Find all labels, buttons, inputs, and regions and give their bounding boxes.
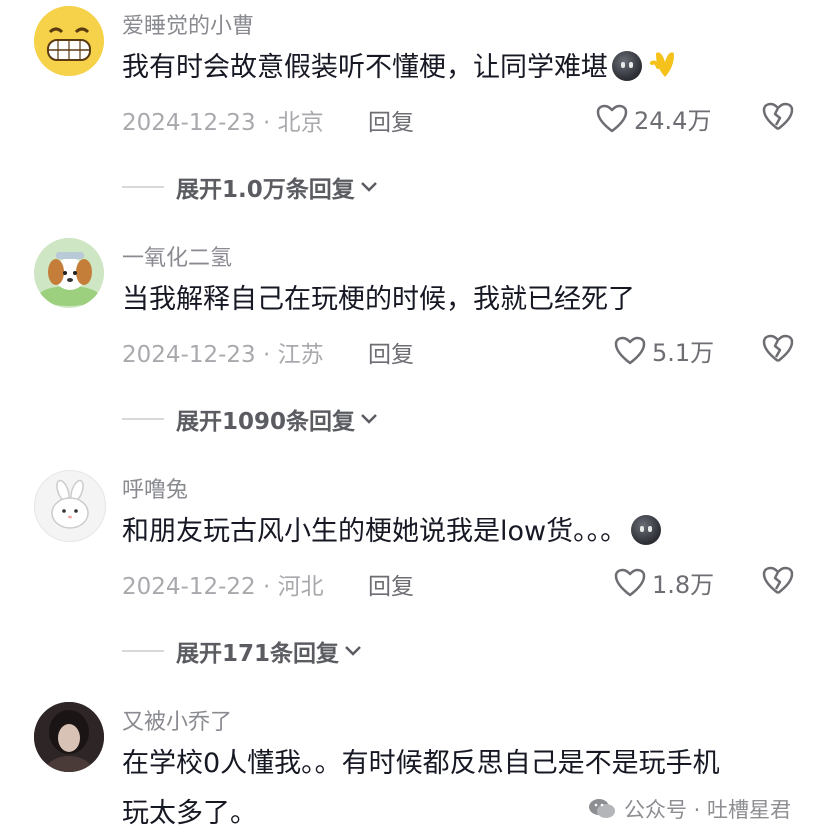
expand-divider	[122, 186, 164, 188]
comment-date-location: 2024-12-23 · 江苏	[122, 342, 324, 368]
reply-button[interactable]: 回复	[368, 335, 414, 369]
avatar[interactable]	[34, 470, 106, 542]
like-count: 1.8万	[652, 571, 715, 599]
avatar[interactable]	[34, 702, 104, 772]
portrait-avatar-image	[34, 702, 104, 772]
dark-face-emoji	[631, 515, 662, 545]
rabbit-avatar-image	[35, 471, 105, 541]
broken-heart-icon[interactable]	[762, 333, 794, 365]
like-count: 24.4万	[634, 107, 712, 135]
chevron-down-icon	[360, 182, 377, 192]
reply-button[interactable]: 回复	[368, 567, 414, 601]
like-button[interactable]: 24.4万	[596, 101, 711, 136]
username[interactable]: 爱睡觉的小曹	[122, 8, 254, 40]
comment-text: 和朋友玩古风小生的梗她说我是low货。。。	[122, 509, 662, 555]
comment-text: 我有时会故意假装听不懂梗，让同学难堪	[122, 45, 682, 91]
comment-text: 当我解释自己在玩梗的时候，我就已经死了	[122, 284, 635, 315]
expand-replies-button[interactable]: 展开171条回复	[122, 634, 363, 668]
heart-outline-icon	[596, 104, 628, 132]
reply-button[interactable]: 回复	[368, 103, 414, 137]
comment-text-content: 我有时会故意假装听不懂梗，让同学难堪	[122, 52, 608, 83]
chevron-down-icon	[345, 646, 361, 656]
watermark: 公众号 · 吐槽星君	[588, 794, 791, 824]
like-button[interactable]: 1.8万	[614, 565, 714, 600]
broken-heart-icon[interactable]	[762, 565, 794, 597]
watermark-text: 公众号 · 吐槽星君	[624, 798, 792, 822]
chevron-down-icon	[361, 414, 377, 424]
comment-date-location: 2024-12-23 · 北京	[122, 110, 324, 136]
expand-divider	[122, 650, 164, 652]
comment-text: 在学校0人懂我。。有时候都反思自己是不是玩手机	[122, 748, 720, 779]
expand-replies-button[interactable]: 展开1.0万条回复	[122, 170, 379, 204]
avatar[interactable]	[34, 6, 104, 76]
wechat-icon	[589, 799, 615, 818]
expand-divider	[122, 418, 164, 420]
heart-outline-icon	[614, 336, 646, 364]
expand-replies-label: 展开1.0万条回复	[176, 177, 355, 203]
comment-text-line-2: 玩太多了。	[122, 798, 257, 829]
expand-replies-label: 展开1090条回复	[176, 409, 356, 435]
dog-avatar-image	[34, 238, 104, 308]
broken-heart-icon[interactable]	[762, 101, 794, 133]
dark-face-emoji	[612, 51, 642, 81]
expand-replies-label: 展开171条回复	[176, 641, 340, 667]
username[interactable]: 又被小乔了	[122, 704, 232, 736]
comment-text-content: 和朋友玩古风小生的梗她说我是low货。。。	[122, 516, 628, 547]
heart-outline-icon	[614, 568, 646, 596]
username[interactable]: 一氧化二氢	[122, 240, 232, 272]
comment-date-location: 2024-12-22 · 河北	[122, 574, 324, 600]
avatar[interactable]	[34, 238, 104, 308]
like-button[interactable]: 5.1万	[614, 333, 714, 368]
expand-replies-button[interactable]: 展开1090条回复	[122, 402, 379, 436]
grin-emoji-avatar	[34, 6, 104, 76]
like-count: 5.1万	[652, 339, 715, 367]
username[interactable]: 呼噜兔	[122, 472, 188, 504]
yellow-heart-emoji	[650, 52, 674, 77]
